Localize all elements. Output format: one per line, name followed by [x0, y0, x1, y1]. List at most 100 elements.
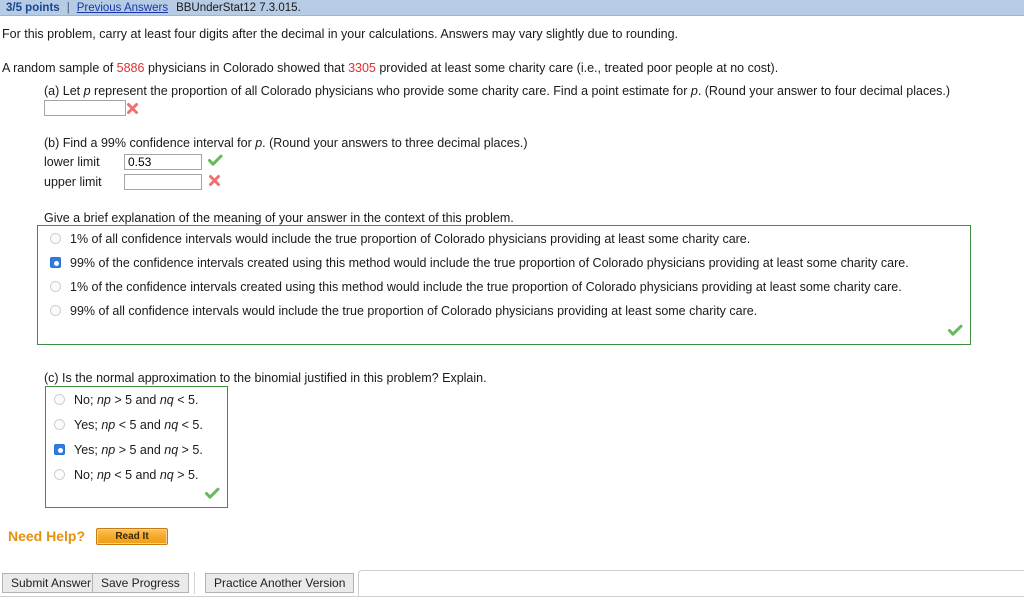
points-label: 3/5 points: [6, 1, 60, 14]
explanation-option-1-label: 1% of all confidence intervals would inc…: [70, 232, 751, 246]
part-a-label: (a) Let: [44, 84, 84, 98]
explanation-options-box: 1% of all confidence intervals would inc…: [37, 225, 971, 345]
lower-limit-input[interactable]: [124, 153, 202, 170]
lower-limit-mark-cell: [202, 153, 226, 173]
part-c-option-2-op1: < 5 and: [115, 418, 165, 432]
radio-button-icon[interactable]: [50, 281, 61, 292]
part-c-option-2-var2: nq: [164, 418, 179, 432]
part-c-question: (c) Is the normal approximation to the b…: [44, 371, 487, 385]
upper-limit-input-cell: [124, 173, 202, 193]
explanation-option-4[interactable]: 99% of all confidence intervals would in…: [38, 304, 970, 328]
correct-icon: [948, 324, 963, 340]
part-c-option-3-label: Yes; np > 5 and nq > 5.: [65, 443, 203, 457]
radio-button-icon[interactable]: [54, 469, 65, 480]
part-c-option-3-prefix: Yes;: [74, 443, 102, 457]
part-a-answer-row: [44, 100, 144, 116]
part-c-option-1-op2: < 5.: [173, 393, 199, 407]
explanation-option-4-label: 99% of all confidence intervals would in…: [70, 304, 758, 318]
part-c-option-4-op1: < 5 and: [110, 468, 160, 482]
lower-limit-input-cell: [124, 153, 202, 173]
part-b-question-post: . (Round your answers to three decimal p…: [262, 136, 528, 150]
explanation-options-list: 1% of all confidence intervals would inc…: [38, 226, 970, 328]
status-bar-separator: |: [66, 1, 70, 14]
part-a-var-p-2: p: [690, 84, 698, 98]
upper-limit-mark-cell: [202, 173, 226, 193]
part-c-option-4-prefix: No;: [74, 468, 97, 482]
footer-toolbar: Submit Answer Save Progress Practice Ano…: [0, 570, 1024, 613]
radio-button-selected-icon[interactable]: [54, 444, 65, 455]
part-c-option-4[interactable]: No; np < 5 and nq > 5.: [46, 468, 227, 493]
radio-button-selected-icon[interactable]: [50, 257, 61, 268]
part-c-option-2[interactable]: Yes; np < 5 and nq < 5.: [46, 418, 227, 443]
part-c-option-1-var1: np: [96, 393, 111, 407]
part-c-option-2-var1: np: [101, 418, 116, 432]
correct-icon: [205, 487, 220, 503]
part-c-option-4-op2: > 5.: [173, 468, 199, 482]
explanation-option-2-label: 99% of the confidence intervals created …: [70, 256, 909, 270]
upper-limit-input[interactable]: [124, 173, 202, 190]
part-a-answer-input[interactable]: [44, 100, 126, 116]
part-b-question: (b) Find a 99% confidence interval for p…: [44, 136, 528, 150]
incorrect-icon: [126, 102, 144, 115]
problem-statement-mid: physicians in Colorado showed that: [144, 61, 349, 75]
radio-button-icon[interactable]: [50, 233, 61, 244]
part-b-question-pre: (b) Find a 99% confidence interval for: [44, 136, 256, 150]
correct-icon: [208, 154, 226, 167]
sample-size-value: 5886: [116, 61, 145, 75]
explanation-prompt: Give a brief explanation of the meaning …: [44, 211, 514, 225]
part-a-text-end: . (Round your answer to four decimal pla…: [697, 84, 951, 98]
part-c-option-3-var1: np: [101, 443, 116, 457]
need-help-label: Need Help?: [8, 528, 86, 544]
radio-button-icon[interactable]: [50, 305, 61, 316]
part-c-option-1-var2: nq: [159, 393, 174, 407]
question-id-label: BBUnderStat12 7.3.015.: [176, 1, 301, 14]
part-c-option-1-prefix: No;: [74, 393, 97, 407]
question-status-bar: 3/5 points | Previous Answers BBUnderSta…: [0, 0, 1024, 16]
lower-limit-row: lower limit: [44, 153, 226, 173]
part-a-text-mid: represent the proportion of all Colorado…: [90, 84, 691, 98]
explanation-option-1[interactable]: 1% of all confidence intervals would inc…: [38, 232, 970, 256]
part-c-option-2-label: Yes; np < 5 and nq < 5.: [65, 418, 203, 432]
radio-button-icon[interactable]: [54, 419, 65, 430]
problem-statement: A random sample of 5886 physicians in Co…: [2, 61, 778, 75]
practice-another-version-button[interactable]: Practice Another Version: [205, 573, 355, 593]
part-c-option-2-prefix: Yes;: [74, 418, 102, 432]
submit-answer-button[interactable]: Submit Answer: [2, 573, 101, 593]
part-a-var-p: p: [83, 84, 91, 98]
explanation-option-3[interactable]: 1% of the confidence intervals created u…: [38, 280, 970, 304]
footer-divider: [0, 596, 1024, 597]
radio-button-icon[interactable]: [54, 394, 65, 405]
footer-tab-panel: [358, 570, 1024, 597]
part-c-question-text: (c) Is the normal approximation to the b…: [44, 371, 487, 385]
previous-answers-link[interactable]: Previous Answers: [77, 2, 168, 14]
part-c-option-3-var2: nq: [164, 443, 179, 457]
rounding-instructions-text: For this problem, carry at least four di…: [2, 27, 678, 41]
explanation-option-3-label: 1% of the confidence intervals created u…: [70, 280, 902, 294]
part-c-option-4-var2: nq: [159, 468, 174, 482]
lower-limit-label: lower limit: [44, 154, 100, 169]
explanation-prompt-text: Give a brief explanation of the meaning …: [44, 211, 514, 225]
upper-limit-label: upper limit: [44, 174, 102, 189]
part-c-options-list: No; np > 5 and nq < 5. Yes; np < 5 and n…: [46, 387, 227, 493]
upper-limit-row: upper limit: [44, 173, 226, 193]
save-progress-button[interactable]: Save Progress: [92, 573, 189, 593]
successes-value: 3305: [348, 61, 376, 75]
part-c-options-box: No; np > 5 and nq < 5. Yes; np < 5 and n…: [45, 386, 228, 508]
part-c-option-3[interactable]: Yes; np > 5 and nq > 5.: [46, 443, 227, 468]
confidence-interval-table: lower limit upper limit: [44, 153, 226, 193]
part-c-option-2-op2: < 5.: [178, 418, 203, 432]
part-c-option-1-label: No; np > 5 and nq < 5.: [65, 393, 198, 407]
explanation-option-2[interactable]: 99% of the confidence intervals created …: [38, 256, 970, 280]
part-c-option-3-op2: > 5.: [178, 443, 203, 457]
incorrect-icon: [208, 174, 226, 187]
part-c-option-3-op1: > 5 and: [115, 443, 165, 457]
part-a-question: (a) Let p represent the proportion of al…: [44, 84, 950, 98]
part-c-option-4-label: No; np < 5 and nq > 5.: [65, 468, 198, 482]
problem-statement-pre: A random sample of: [2, 61, 117, 75]
part-c-option-1[interactable]: No; np > 5 and nq < 5.: [46, 393, 227, 418]
problem-statement-post: provided at least some charity care (i.e…: [375, 61, 779, 75]
part-c-option-4-var1: np: [96, 468, 111, 482]
read-it-button[interactable]: Read It: [96, 528, 168, 545]
rounding-instructions: For this problem, carry at least four di…: [2, 27, 678, 41]
footer-button-divider: [194, 572, 195, 594]
